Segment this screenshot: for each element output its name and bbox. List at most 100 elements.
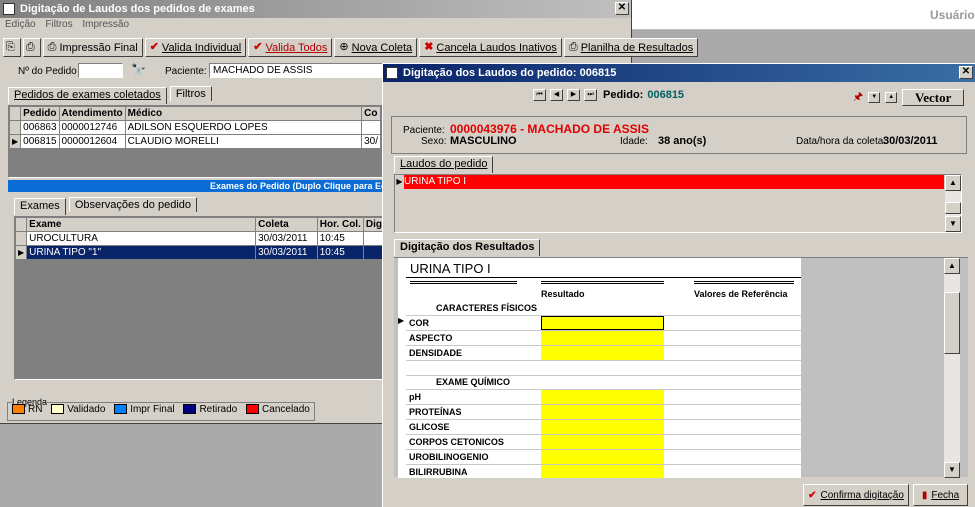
- field-label-urobilinogenio: UROBILINOGENIO: [409, 452, 489, 462]
- next-record-icon[interactable]: ▶: [567, 89, 580, 101]
- attachment-icon[interactable]: 🖈: [853, 88, 863, 107]
- field-label-cor: COR: [409, 318, 429, 328]
- dialog-title: Digitação dos Laudos do pedido: 006815: [403, 67, 617, 79]
- scroll-thumb[interactable]: [945, 202, 961, 214]
- row-indicator: [15, 231, 28, 246]
- copy-button[interactable]: ⎘: [3, 38, 21, 57]
- double-rule: [541, 281, 664, 284]
- ph-input[interactable]: [541, 390, 664, 404]
- search-icon[interactable]: 🔭: [131, 63, 146, 77]
- scroll-up-icon[interactable]: ▲: [944, 258, 960, 274]
- vector-logo: Vector: [902, 89, 965, 106]
- bilirrubina-input[interactable]: [541, 465, 664, 478]
- scroll-thumb[interactable]: [944, 292, 960, 354]
- check-icon: ✔: [808, 489, 817, 501]
- laudos-dialog: Digitação dos Laudos do pedido: 006815 ✕…: [382, 63, 975, 507]
- idade-label: Idade:: [620, 136, 648, 147]
- sexo-value: MASCULINO: [450, 135, 517, 147]
- glicose-input[interactable]: [541, 420, 664, 434]
- densidade-input[interactable]: [541, 346, 664, 360]
- toolbar: ⎘ ⎙ ⎙ Impressão Final ✔ Valida Individual …: [3, 37, 700, 58]
- planilha-button[interactable]: ⎙ Planilha de Resultados: [563, 38, 699, 57]
- tab-digitacao-resultados[interactable]: Digitação dos Resultados: [394, 239, 541, 256]
- proteinas-input[interactable]: [541, 405, 664, 419]
- main-window-title: Digitação de Laudos dos pedidos de exame…: [20, 3, 255, 15]
- row-indicator-header: [9, 106, 22, 121]
- pedidos-grid: Pedido Atendimento Médico Co 006863 0000…: [8, 105, 393, 178]
- laudos-scrollbar[interactable]: ▲ ▼: [945, 175, 961, 232]
- exit-door-icon: ▮: [921, 489, 928, 501]
- first-record-icon[interactable]: ⏮: [533, 89, 546, 101]
- list-item-selected[interactable]: ▶URINA TIPO I: [395, 175, 944, 189]
- patient-label: Paciente:: [403, 125, 445, 136]
- pedidos-tabs: Pedidos de exames coletados Filtros: [8, 86, 212, 104]
- table-row[interactable]: ▶ 006815 0000012604 CLAUDIO MORELLI 30/: [9, 134, 381, 149]
- table-row-selected[interactable]: ▶ URINA TIPO "1" 30/03/2011 10:45: [15, 245, 386, 260]
- dialog-pedido-label: Pedido:: [603, 89, 644, 101]
- field-label-glicose: GLICOSE: [409, 422, 450, 432]
- corpos-cetonicos-input[interactable]: [541, 435, 664, 449]
- tab-laudos-pedido[interactable]: Laudos do pedido: [394, 156, 494, 173]
- print-button[interactable]: ⎙: [22, 38, 41, 57]
- down-icon[interactable]: ▼: [868, 92, 881, 103]
- table-row[interactable]: UROCULTURA 30/03/2011 10:45: [15, 231, 386, 246]
- col-medico[interactable]: Médico: [124, 106, 363, 121]
- close-icon[interactable]: ✕: [615, 2, 629, 15]
- scroll-down-icon[interactable]: ▼: [944, 462, 960, 478]
- field-label-proteinas: PROTEÍNAS: [409, 407, 462, 417]
- valida-individual-button[interactable]: ✔ Valida Individual: [144, 38, 247, 57]
- resultados-scrollbar[interactable]: ▲ ▼: [944, 258, 960, 478]
- cor-input[interactable]: [541, 316, 664, 330]
- aspecto-input[interactable]: [541, 331, 664, 345]
- col-coleta[interactable]: Coleta: [255, 217, 318, 232]
- last-record-icon[interactable]: ⏭: [584, 89, 597, 101]
- copy-icon: ⎘: [6, 41, 15, 53]
- menu-edicao[interactable]: Edição: [5, 19, 36, 30]
- tab-exames[interactable]: Exames: [14, 198, 66, 215]
- legend-swatch-retirado: [183, 404, 197, 415]
- field-label-corpos-cetonicos: CORPOS CETONICOS: [409, 437, 504, 447]
- window-icon: [3, 3, 15, 15]
- current-row-arrow-icon: ▶: [15, 245, 28, 260]
- right-tools: 🖈 ▼ ▲ Vector: [853, 88, 965, 107]
- fecha-button[interactable]: ▮ Fecha: [913, 484, 968, 506]
- col-referencia-header: Valores de Referência: [694, 289, 788, 299]
- current-row-arrow-icon: ▶: [9, 134, 22, 149]
- row-indicator: [9, 120, 22, 135]
- menu-bar: Edição Filtros Impressão: [0, 18, 631, 32]
- section-exame-quimico: EXAME QUÍMICO: [436, 377, 511, 387]
- section-caracteres-fisicos: CARACTERES FÍSICOS: [436, 303, 538, 313]
- col-atendimento[interactable]: Atendimento: [58, 106, 126, 121]
- col-pedido[interactable]: Pedido: [20, 106, 60, 121]
- pedido-input[interactable]: [78, 63, 123, 78]
- legend-swatch-validado: [51, 404, 65, 415]
- tab-filtros[interactable]: Filtros: [169, 86, 212, 101]
- col-co[interactable]: Co: [361, 106, 381, 121]
- result-form: URINA TIPO I Resultado Valores de Referê…: [398, 258, 801, 478]
- menu-filtros[interactable]: Filtros: [45, 19, 72, 30]
- window-icon: [386, 67, 398, 79]
- menu-impressao[interactable]: Impressão: [82, 19, 129, 30]
- resultados-panel: URINA TIPO I Resultado Valores de Referê…: [394, 257, 968, 478]
- cancela-laudos-button[interactable]: ✖ Cancela Laudos Inativos: [419, 38, 562, 57]
- field-label-ph: pH: [409, 392, 421, 402]
- urobilinogenio-input[interactable]: [541, 450, 664, 464]
- tab-observacoes[interactable]: Observações do pedido: [68, 197, 197, 212]
- pedido-label: Nº do Pedido: [18, 66, 77, 77]
- col-exame[interactable]: Exame: [26, 217, 257, 232]
- prev-record-icon[interactable]: ◀: [550, 89, 563, 101]
- valida-todos-button[interactable]: ✔ Valida Todos: [248, 38, 333, 57]
- printer-icon: ⎙: [25, 41, 35, 53]
- close-icon[interactable]: ✕: [959, 66, 973, 79]
- col-hor-col[interactable]: Hor. Col.: [316, 217, 364, 232]
- up-icon[interactable]: ▲: [885, 92, 898, 103]
- scroll-down-icon[interactable]: ▼: [945, 216, 961, 232]
- paciente-label: Paciente:: [165, 66, 207, 77]
- tab-pedidos-coletados[interactable]: Pedidos de exames coletados: [8, 87, 167, 104]
- paciente-field[interactable]: MACHADO DE ASSIS: [209, 63, 389, 78]
- confirma-digitacao-button[interactable]: ✔ Confirma digitação: [803, 484, 909, 506]
- table-row[interactable]: 006863 0000012746 ADILSON ESQUERDO LOPES: [9, 120, 381, 135]
- scroll-up-icon[interactable]: ▲: [945, 175, 961, 191]
- nova-coleta-button[interactable]: ⊕ Nova Coleta: [334, 38, 418, 57]
- impressao-final-button[interactable]: ⎙ Impressão Final: [42, 38, 143, 57]
